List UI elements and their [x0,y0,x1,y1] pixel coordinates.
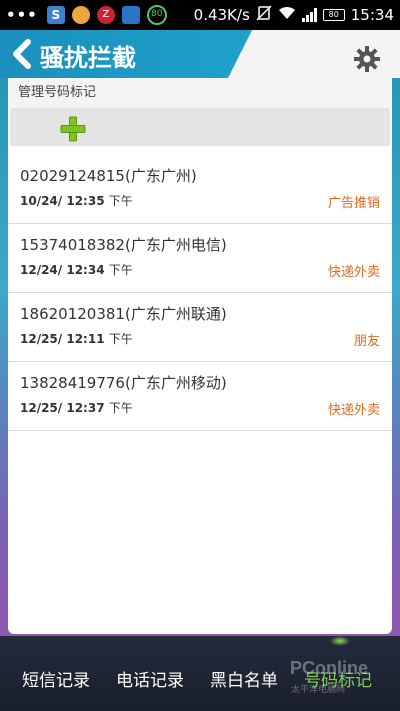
number-list: 02029124815(广东广州) 10/24/ 12:35 下午 广告推销 1… [8,155,392,431]
network-speed: 0.43K/s [193,6,250,24]
timestamp: 10/24/ 12:35 下午 [20,192,133,209]
title-bar: 骚扰拦截 [0,30,400,78]
check-app-icon [121,6,140,24]
mute-icon [256,5,272,25]
s-app-icon: S [46,6,65,24]
watermark-logo: PConline [290,658,369,678]
list-item[interactable]: 13828419776(广东广州移动) 12/25/ 12:37 下午 快递外卖 [8,362,392,431]
date: 12/25/ 12:11 [20,332,105,346]
tab-black-white-list[interactable]: 黑白名单 [210,666,278,691]
z-app-icon: Z [96,6,115,24]
list-item[interactable]: 18620120381(广东广州联通) 12/25/ 12:11 下午 朋友 [8,293,392,362]
ampm: 下午 [108,194,133,208]
ampm: 下午 [108,263,133,277]
section-header: 管理号码标记 [8,78,392,108]
clock: 15:34 [350,6,394,24]
bottom-tab-bar: 短信记录 电话记录 黑白名单 号码标记 PConline 太平洋电脑网 [0,636,400,711]
list-item[interactable]: 02029124815(广东广州) 10/24/ 12:35 下午 广告推销 [8,155,392,224]
watermark-sub: 太平洋电脑网 [291,685,346,695]
phone-number: 13828419776(广东广州移动) [20,374,227,392]
date: 12/25/ 12:37 [20,401,105,415]
mark-tag: 快递外卖 [327,265,380,280]
status-bar: ••• S Z 80 0.43K/s 80 15:34 [0,0,400,30]
timestamp: 12/24/ 12:34 下午 [20,261,133,278]
gear-icon[interactable] [354,46,380,72]
date: 12/24/ 12:34 [20,263,105,277]
tab-call-records[interactable]: 电话记录 [116,666,184,691]
back-arrow-icon[interactable] [10,39,36,69]
more-notifications-icon: ••• [6,6,38,24]
add-number-button[interactable] [10,108,390,146]
ampm: 下午 [108,401,133,415]
mark-tag: 朋友 [353,334,380,349]
phone-number: 18620120381(广东广州联通) [20,305,227,323]
timestamp: 12/25/ 12:37 下午 [20,399,133,416]
mark-tag: 广告推销 [327,196,380,211]
tab-sms-records[interactable]: 短信记录 [22,666,90,691]
plus-icon [60,116,86,142]
battery-saver-icon: 80 [146,5,167,25]
battery-icon: 80 [322,9,345,21]
page-title: 骚扰拦截 [40,44,136,72]
timestamp: 12/25/ 12:11 下午 [20,330,133,347]
list-item[interactable]: 15374018382(广东广州电信) 12/24/ 12:34 下午 快递外卖 [8,224,392,293]
cloud-app-icon [71,6,90,24]
content-card: 管理号码标记 02029124815(广东广州) 10/24/ 12:35 下午… [8,78,392,634]
phone-number: 15374018382(广东广州电信) [20,236,227,254]
phone-number: 02029124815(广东广州) [20,167,197,185]
date: 10/24/ 12:35 [20,194,105,208]
ampm: 下午 [108,332,133,346]
wifi-icon [278,6,296,24]
active-tab-indicator [330,636,350,646]
mark-tag: 快递外卖 [327,403,380,418]
signal-icon [301,8,317,22]
